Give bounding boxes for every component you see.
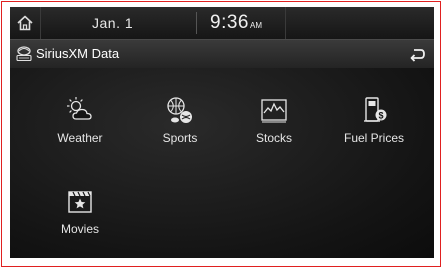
- weather-icon: [67, 97, 92, 120]
- menu-item-stocks[interactable]: Stocks: [231, 95, 317, 155]
- status-time: 9:36AM: [210, 7, 262, 39]
- menu-item-fuel-prices[interactable]: $ Fuel Prices: [331, 95, 417, 155]
- title-bar: SiriusXM Data: [10, 39, 434, 69]
- back-button[interactable]: [404, 43, 430, 65]
- siriusxm-data-icon: [16, 46, 32, 62]
- status-bar: Jan. 1 9:36AM: [10, 7, 434, 39]
- home-icon: [17, 15, 33, 31]
- back-icon: [410, 49, 425, 62]
- svg-text:$: $: [378, 111, 383, 121]
- menu-item-label: Sports: [162, 131, 198, 145]
- screenshot-frame: Jan. 1 9:36AM SiriusXM Data Weather Spor…: [1, 1, 441, 267]
- status-divider: [196, 12, 197, 34]
- head-unit-screen: Jan. 1 9:36AM SiriusXM Data Weather Spor…: [10, 7, 434, 258]
- fuel-prices-icon: $: [364, 97, 387, 122]
- menu-item-label: Fuel Prices: [343, 131, 405, 145]
- time-value: 9:36: [210, 12, 249, 33]
- time-ampm: AM: [249, 21, 262, 30]
- page-title: SiriusXM Data: [36, 46, 120, 61]
- stocks-icon: [261, 99, 287, 123]
- menu-item-label: Stocks: [255, 131, 292, 145]
- menu-item-label: Movies: [60, 222, 99, 236]
- menu-grid: Weather Sports Stocks $ Fuel Prices Movi…: [10, 68, 434, 258]
- menu-item-sports[interactable]: Sports: [137, 95, 223, 155]
- status-area: [285, 7, 434, 39]
- menu-item-label: Weather: [57, 131, 103, 145]
- sports-icon: [167, 97, 192, 123]
- home-button[interactable]: [10, 7, 41, 39]
- menu-item-weather[interactable]: Weather: [37, 95, 123, 155]
- menu-item-movies[interactable]: Movies: [37, 186, 123, 246]
- status-date: Jan. 1: [92, 15, 134, 31]
- movies-icon: [68, 191, 92, 213]
